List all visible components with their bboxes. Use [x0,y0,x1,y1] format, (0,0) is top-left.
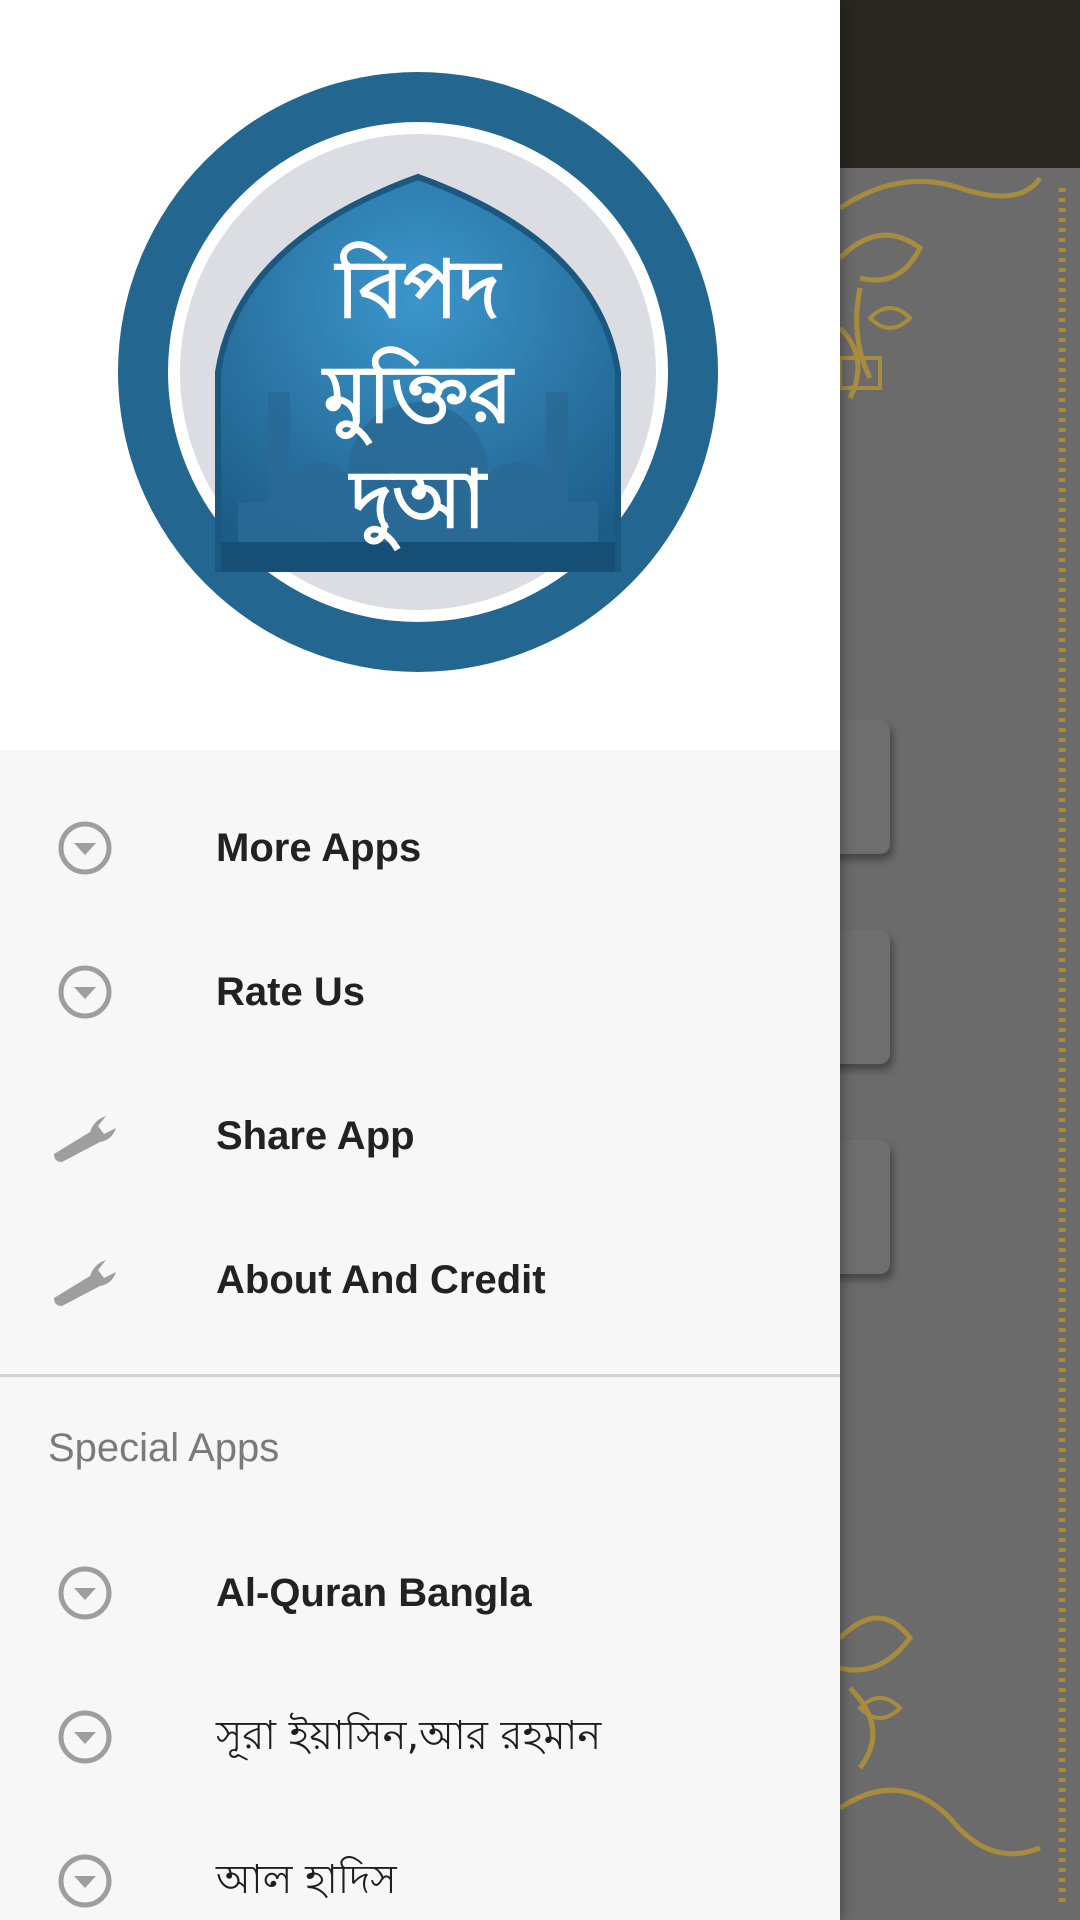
menu-item-label: সূরা ইয়াসিন,আর রহমান [216,1712,602,1759]
chevron-down-circle-icon [50,1702,120,1772]
chevron-down-circle-icon [50,1846,120,1916]
menu-item-al-quran-bangla[interactable]: Al-Quran Bangla [0,1521,840,1665]
wrench-icon [50,1101,120,1171]
logo-word-2: মুক্তির [320,346,515,446]
menu-item-label: আল হাদিস [216,1856,397,1903]
wrench-icon [50,1245,120,1315]
menu-item-label: Share App [216,1113,415,1158]
menu-item-rate-us[interactable]: Rate Us [0,920,840,1064]
menu-item-about-and-credit[interactable]: About And Credit [0,1208,840,1352]
chevron-down-circle-icon [50,813,120,883]
menu-item-label: Rate Us [216,969,365,1014]
menu-item-sura-yasin-ar-rahman[interactable]: সূরা ইয়াসিন,আর রহমান [0,1665,840,1809]
menu-item-share-app[interactable]: Share App [0,1064,840,1208]
drawer-header: বিপদ মুক্তির দুআ [0,0,840,750]
section-title-special-apps: Special Apps [48,1426,280,1470]
navigation-drawer: বিপদ মুক্তির দুআ More Apps Rate Us Share… [0,0,840,1920]
menu-item-label: Al-Quran Bangla [216,1570,532,1615]
divider [0,1374,840,1377]
chevron-down-circle-icon [50,1558,120,1628]
chevron-down-circle-icon [50,957,120,1027]
app-logo: বিপদ মুক্তির দুআ [118,72,718,672]
menu-item-label: More Apps [216,825,422,870]
menu-item-more-apps[interactable]: More Apps [0,776,840,920]
logo-word-3: দুআ [347,453,488,551]
menu-item-label: About And Credit [216,1257,546,1302]
menu-item-al-hadis[interactable]: আল হাদিস [0,1809,840,1920]
logo-word-1: বিপদ [333,241,503,336]
